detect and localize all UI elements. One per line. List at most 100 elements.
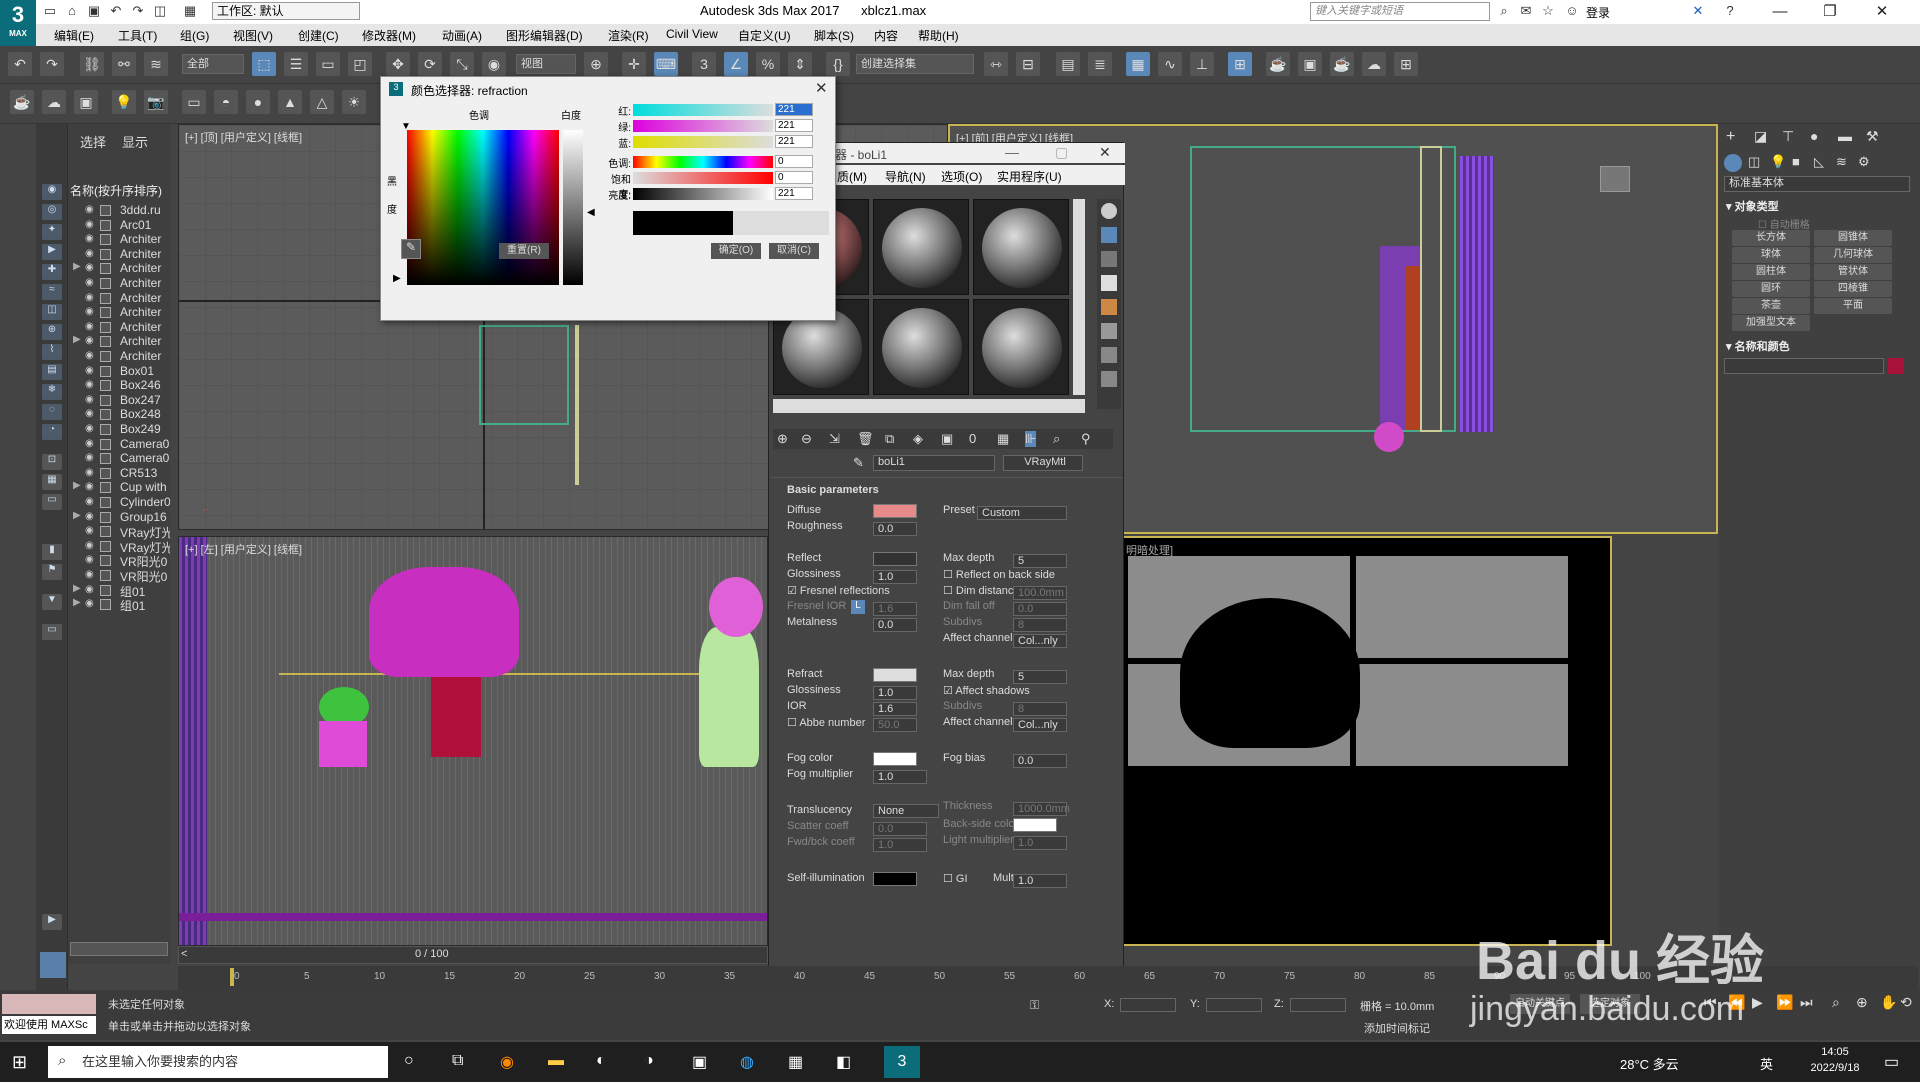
pivot-icon[interactable]: ⊕: [584, 52, 608, 76]
windows-start-icon[interactable]: ⊞: [12, 1052, 27, 1073]
affect-channels-dropdown[interactable]: Col...nly: [1013, 634, 1067, 648]
visibility-eye-icon[interactable]: ◉: [85, 598, 99, 610]
show-map-icon[interactable]: ▦: [997, 431, 1009, 447]
self-illum-swatch[interactable]: [873, 872, 917, 886]
lights-icon[interactable]: 💡: [1770, 154, 1786, 170]
scatter-spinner[interactable]: 0.0: [873, 822, 927, 836]
green-value[interactable]: 221: [775, 119, 813, 132]
maximize-icon[interactable]: ❐: [1810, 0, 1850, 24]
ok-button[interactable]: 确定(O): [711, 243, 761, 259]
visibility-eye-icon[interactable]: ◉: [85, 262, 99, 274]
basic-params-rollout[interactable]: Basic parameters: [787, 484, 879, 496]
geometry-icon[interactable]: [1724, 154, 1742, 172]
close-icon[interactable]: ✕: [815, 79, 828, 97]
refract-swatch[interactable]: [873, 668, 917, 682]
next-key-icon[interactable]: ⏩: [1776, 994, 1793, 1011]
expand-toggle-icon[interactable]: ▶: [73, 334, 81, 345]
material-slot[interactable]: [873, 299, 969, 395]
viewport-left[interactable]: [+] [左] [用户定义] [线框]: [178, 536, 768, 946]
minimize-icon[interactable]: —: [1005, 144, 1019, 160]
menu-utilities[interactable]: 实用程序(U): [997, 168, 1062, 185]
selection-filter-dropdown[interactable]: 全部: [182, 54, 244, 74]
menu-views[interactable]: 视图(V): [233, 27, 273, 44]
app-icon-5[interactable]: ◧: [836, 1052, 851, 1072]
menu-graph-editors[interactable]: 图形编辑器(D): [506, 27, 583, 44]
filter-bones-icon[interactable]: ⌇: [42, 344, 62, 360]
metalness-spinner[interactable]: 0.0: [873, 618, 917, 632]
select-object-icon[interactable]: ⬚: [252, 52, 276, 76]
fresnel-checkbox[interactable]: ☑ Fresnel reflections: [787, 584, 890, 597]
visibility-eye-icon[interactable]: ◉: [85, 233, 99, 245]
workspace-dropdown[interactable]: 工作区: 默认: [212, 2, 360, 20]
expand-toggle-icon[interactable]: ▶: [73, 510, 81, 521]
primitive-button[interactable]: 管状体: [1814, 264, 1892, 280]
play-icon[interactable]: ▶: [1752, 994, 1763, 1011]
redo-icon[interactable]: ↷: [40, 52, 64, 76]
time-slider[interactable]: < 0 / 100: [178, 946, 768, 964]
maximize-icon[interactable]: ▢: [1055, 144, 1068, 161]
collapse-all-icon[interactable]: ▭: [42, 494, 62, 510]
redo-icon[interactable]: ↷: [128, 2, 148, 20]
ribbon-toggle-icon[interactable]: ▦: [1126, 52, 1150, 76]
file-explorer-icon[interactable]: ▬: [548, 1052, 564, 1070]
refr-max-depth-spinner[interactable]: 5: [1013, 670, 1067, 684]
tab-select[interactable]: 选择: [80, 132, 106, 151]
project-icon[interactable]: ◫: [150, 2, 170, 20]
filter-containers-icon[interactable]: ▤: [42, 364, 62, 380]
render-setup-icon[interactable]: ☕: [1266, 52, 1290, 76]
saturation-slider[interactable]: [633, 172, 773, 184]
value-value[interactable]: 221: [775, 187, 813, 200]
dim-distance-spinner[interactable]: 100.0mm: [1013, 586, 1067, 600]
visibility-eye-icon[interactable]: ◉: [85, 321, 99, 333]
effects-channel-icon[interactable]: 0: [969, 431, 976, 446]
menu-rendering[interactable]: 渲染(R): [608, 27, 649, 44]
translucency-dropdown[interactable]: None: [873, 804, 939, 818]
help-icon[interactable]: ?: [1720, 2, 1740, 20]
light-mult-spinner[interactable]: 1.0: [1013, 836, 1067, 850]
material-type-button[interactable]: VRayMtl: [1003, 455, 1083, 471]
vray-light-icon[interactable]: 💡: [112, 90, 136, 114]
menu-modifiers[interactable]: 修改器(M): [362, 27, 416, 44]
shapes-icon[interactable]: ◫: [1748, 154, 1760, 170]
filter-lights-icon[interactable]: ✦: [42, 224, 62, 240]
app-icon-4[interactable]: ▦: [788, 1052, 803, 1072]
refl-subdivs-spinner[interactable]: 8: [1013, 618, 1067, 632]
lock-selection-icon[interactable]: ⚿: [1030, 998, 1039, 1013]
whiteness-marker-icon[interactable]: ◀: [587, 207, 595, 218]
abbe-checkbox[interactable]: ☐ Abbe number: [787, 716, 865, 729]
add-time-tag-button[interactable]: 添加时间标记: [1364, 1020, 1430, 1036]
dim-distance-checkbox[interactable]: ☐ Dim distance: [943, 584, 1020, 597]
menu-material[interactable]: 质(M): [837, 168, 867, 185]
schematic-view-icon[interactable]: ⊥: [1190, 52, 1214, 76]
minimize-icon[interactable]: —: [1760, 0, 1800, 24]
refl-max-depth-spinner[interactable]: 5: [1013, 554, 1067, 568]
close-icon[interactable]: ✕: [1099, 144, 1111, 161]
column-header-name[interactable]: 名称(按升序排序): [70, 182, 170, 199]
rect-selection-icon[interactable]: ▭: [316, 52, 340, 76]
snap-toggle-icon[interactable]: 3: [692, 52, 716, 76]
spacewarps-icon[interactable]: ≋: [1836, 154, 1847, 170]
filter-hidden-icon[interactable]: ◌: [42, 404, 62, 420]
show-end-result-icon[interactable]: ⊪: [1025, 431, 1037, 447]
sample-type-icon[interactable]: [1101, 203, 1117, 219]
copy-material-icon[interactable]: ⧉: [885, 431, 894, 447]
menu-options[interactable]: 选项(O): [941, 168, 982, 185]
tab-display[interactable]: 显示: [122, 132, 148, 151]
expand-toggle-icon[interactable]: ▶: [73, 597, 81, 608]
whiteness-bar[interactable]: [563, 130, 583, 285]
sphere-light-icon[interactable]: ●: [246, 90, 270, 114]
eyedropper-icon[interactable]: ✎: [853, 455, 864, 471]
object-name-field[interactable]: [1724, 358, 1884, 374]
cameras-icon[interactable]: ■: [1792, 154, 1800, 169]
login-link[interactable]: 登录: [1586, 4, 1610, 21]
autogrid-checkbox[interactable]: ☐ 自动栅格: [1758, 216, 1810, 231]
modify-tab-icon[interactable]: ◪: [1754, 128, 1767, 145]
primitive-button[interactable]: 圆环: [1732, 281, 1810, 297]
hue-value[interactable]: 0: [775, 155, 813, 168]
viewport-top-label[interactable]: [+] [顶] [用户定义] [线框]: [185, 129, 302, 145]
filter-frozen-icon[interactable]: ❄: [42, 384, 62, 400]
mesh-light-icon[interactable]: ▲: [278, 90, 302, 114]
put-library-icon[interactable]: ▣: [941, 431, 953, 447]
visibility-eye-icon[interactable]: ◉: [85, 335, 99, 347]
menu-customize[interactable]: 自定义(U): [738, 27, 791, 44]
